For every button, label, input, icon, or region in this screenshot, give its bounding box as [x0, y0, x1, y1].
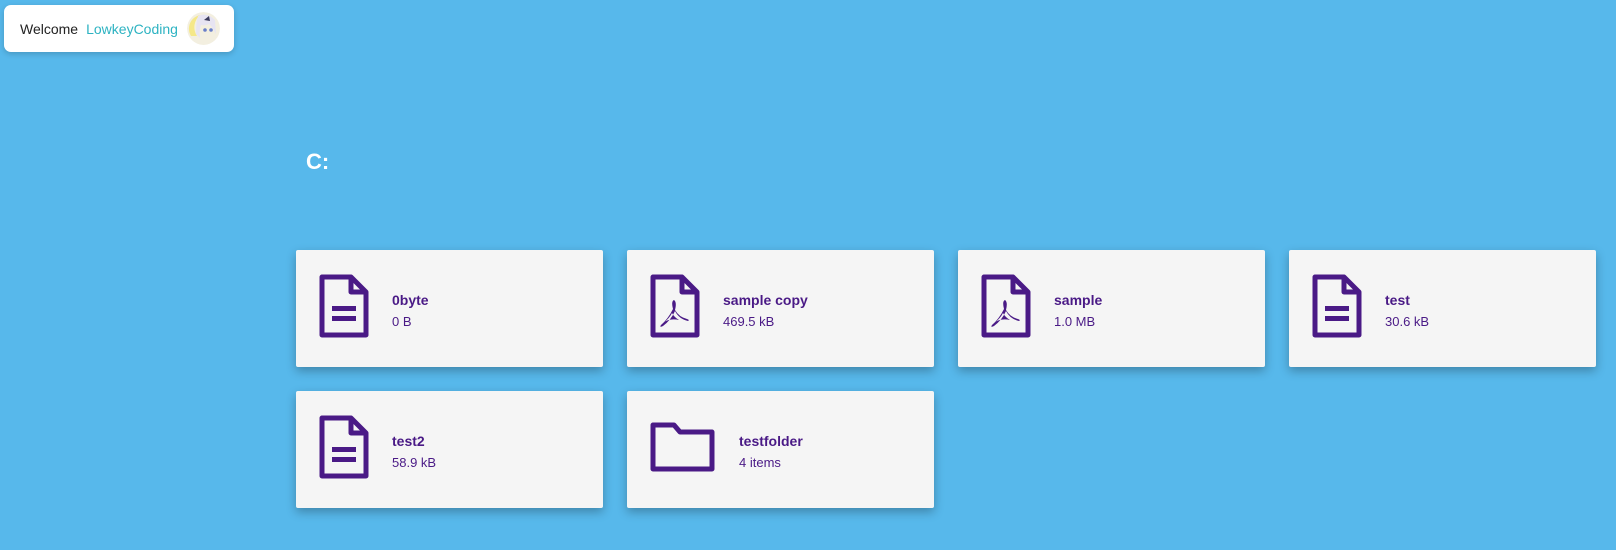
file-size: 1.0 MB	[1054, 314, 1096, 329]
file-text-icon	[318, 273, 370, 344]
file-name: sample	[1054, 292, 1103, 308]
folder-icon	[649, 421, 717, 478]
avatar[interactable]	[187, 12, 220, 45]
folder-name: testfolder	[739, 433, 803, 449]
pdf-file-icon	[649, 273, 701, 344]
file-card-sample-copy[interactable]: sample copy 469.5 kB	[627, 250, 934, 367]
drive-title: C:	[306, 149, 330, 174]
username-link[interactable]: LowkeyCoding	[86, 21, 178, 37]
file-size: 469.5 kB	[723, 314, 775, 329]
welcome-label: Welcome	[20, 20, 79, 37]
file-name: sample copy	[723, 292, 808, 308]
file-name: 0byte	[392, 292, 429, 308]
file-name: test	[1385, 292, 1410, 308]
welcome-card: Welcome LowkeyCoding	[4, 5, 234, 52]
file-card-test[interactable]: test 30.6 kB	[1289, 250, 1596, 367]
file-size: 58.9 kB	[392, 455, 437, 470]
file-text-icon	[1311, 273, 1363, 344]
folder-card-testfolder[interactable]: testfolder 4 items	[627, 391, 934, 508]
file-name: test2	[392, 433, 425, 449]
file-card-0byte[interactable]: 0byte 0 B	[296, 250, 603, 367]
pdf-file-icon	[980, 273, 1032, 344]
file-size: 0 B	[392, 314, 412, 329]
file-text-icon	[318, 414, 370, 485]
folder-item-count: 4 items	[739, 455, 781, 470]
file-card-sample[interactable]: sample 1.0 MB	[958, 250, 1265, 367]
file-size: 30.6 kB	[1385, 314, 1430, 329]
file-card-test2[interactable]: test2 58.9 kB	[296, 391, 603, 508]
